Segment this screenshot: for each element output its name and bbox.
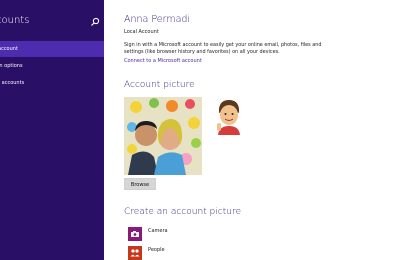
account-picture-thumbnail[interactable] [212, 97, 246, 135]
create-item-people[interactable]: People [128, 246, 248, 260]
account-description: Sign in with a Microsoft account to easi… [124, 42, 322, 55]
browse-button[interactable]: Browse [124, 178, 156, 190]
sidebar-title: counts [0, 15, 30, 26]
sidebar-item-label: r accounts [0, 80, 25, 86]
create-account-picture-title: Create an account picture [124, 207, 241, 217]
main-content: Anna Permadi Local Account Sign in with … [124, 0, 400, 260]
sidebar-item-sign-in-options[interactable]: in options [0, 58, 104, 74]
account-picture-title: Account picture [124, 80, 195, 90]
create-item-label: Camera [148, 228, 168, 234]
account-type: Local Account [124, 29, 159, 35]
search-icon[interactable] [90, 17, 100, 27]
sidebar-item-your-account[interactable]: account [0, 41, 104, 57]
create-item-camera[interactable]: Camera [128, 227, 248, 241]
user-name: Anna Permadi [124, 14, 191, 25]
sidebar-item-label: account [0, 46, 18, 52]
camera-icon [128, 227, 142, 241]
sidebar: counts account in options r accounts [0, 0, 104, 260]
account-photo [124, 97, 202, 175]
sidebar-item-other-accounts[interactable]: r accounts [0, 75, 104, 91]
connect-microsoft-account-link[interactable]: Connect to a Microsoft account [124, 58, 202, 64]
people-icon [128, 246, 142, 260]
sidebar-item-label: in options [0, 63, 23, 69]
create-item-label: People [148, 247, 165, 253]
